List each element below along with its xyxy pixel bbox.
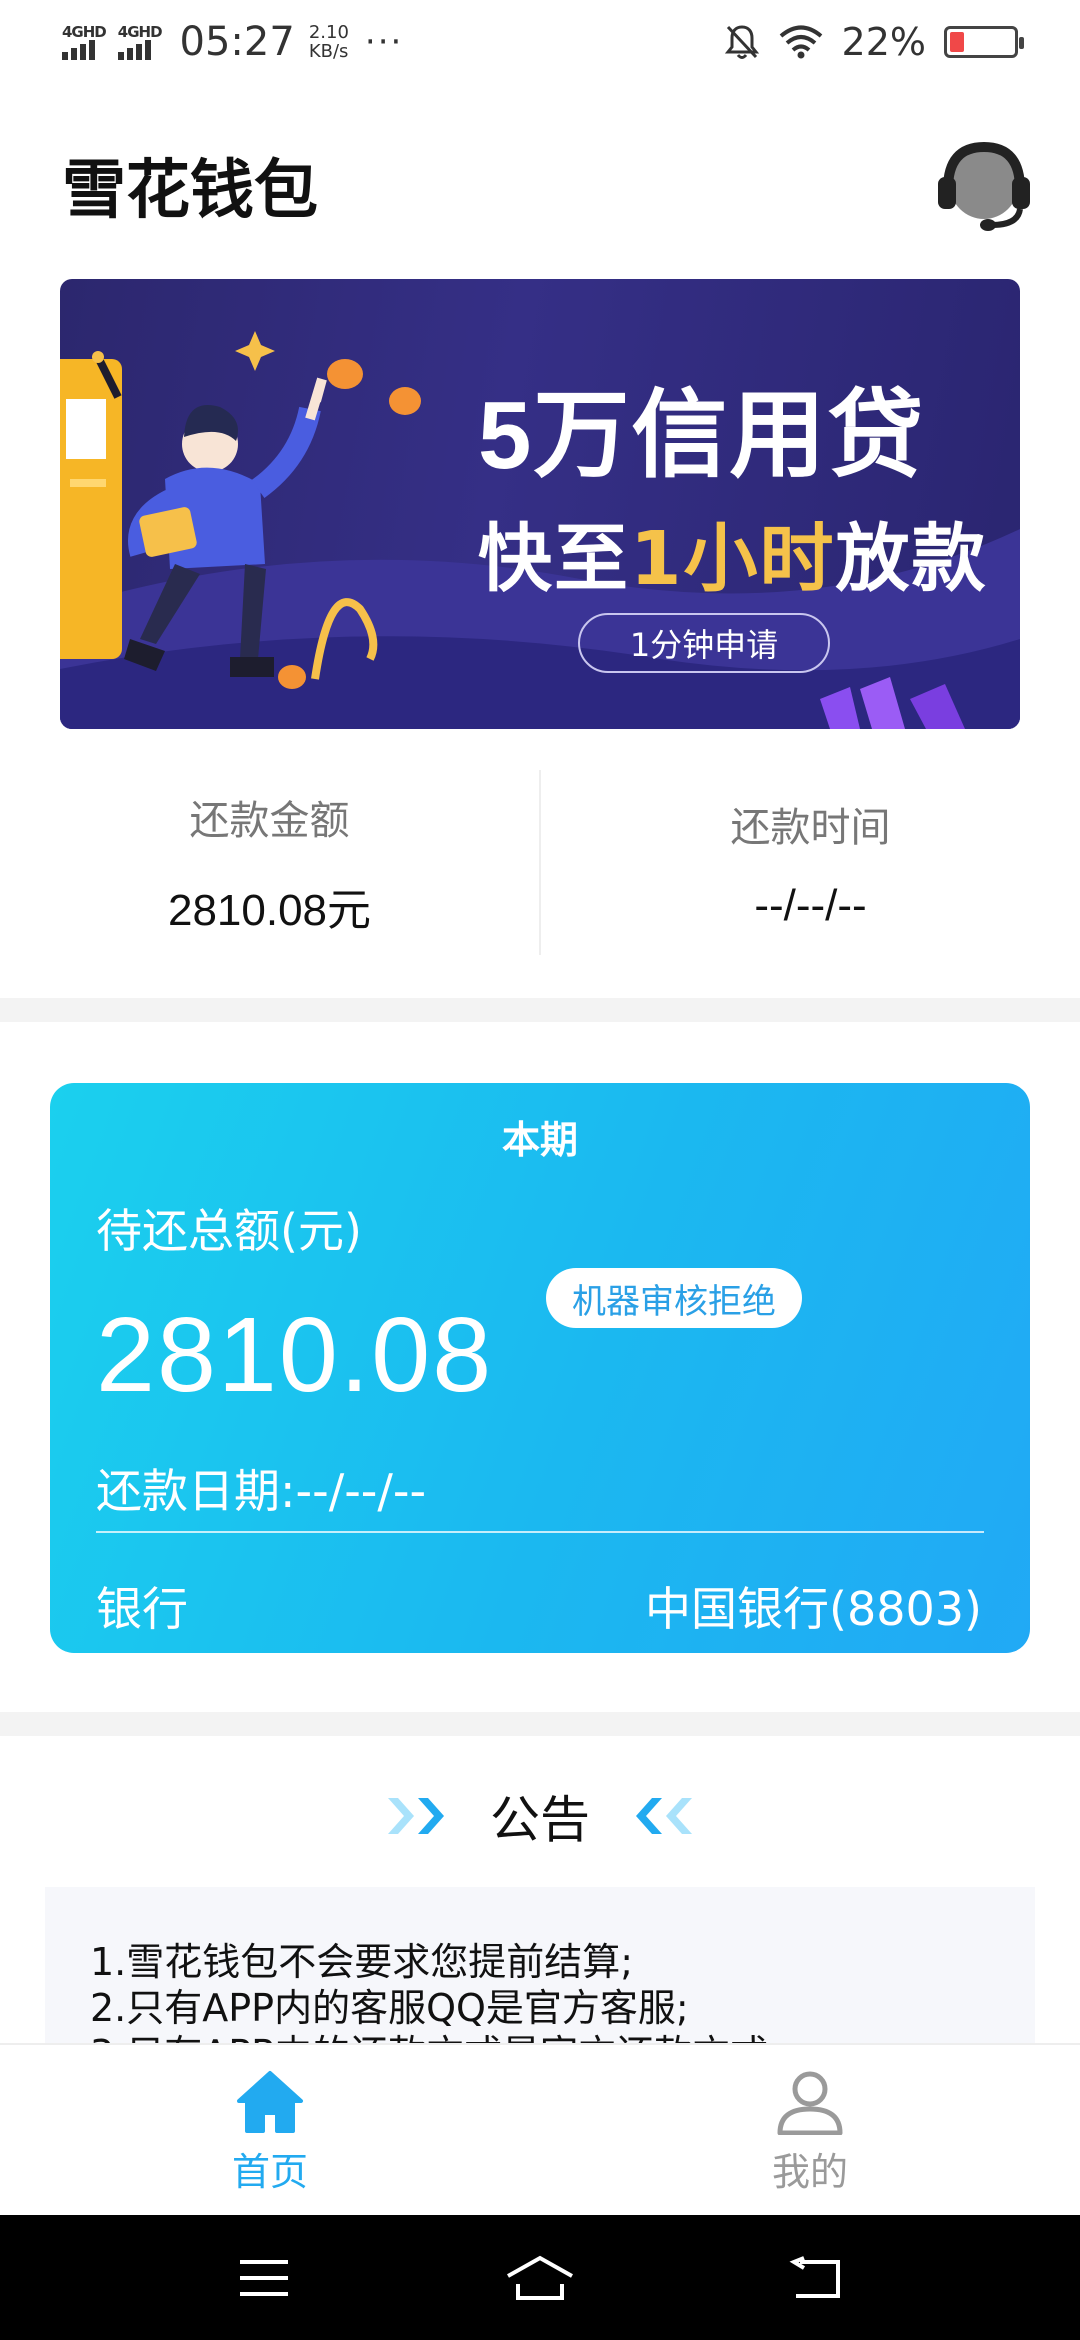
card-divider xyxy=(96,1531,984,1533)
chevrons-left-icon xyxy=(636,1798,692,1834)
repayment-time-label: 还款时间 xyxy=(730,804,891,851)
notice-title: 公告 xyxy=(490,1791,590,1849)
repayment-amount-label: 还款金额 xyxy=(189,797,350,844)
tab-home[interactable]: 首页 xyxy=(0,2045,540,2215)
repayment-date: 还款日期:--/--/-- xyxy=(96,1464,427,1518)
banner-headline: 5万信用贷 xyxy=(478,382,926,489)
repayment-time: 还款时间 --/--/-- xyxy=(541,770,1080,955)
card-title: 本期 xyxy=(501,1118,578,1162)
notice-content: 1.雪花钱包不会要求您提前结算; 2.只有APP内的客服QQ是官方客服; 3.只… xyxy=(45,1887,1035,2047)
page-title: 雪花钱包 xyxy=(62,154,318,228)
notice-line: 2.只有APP内的客服QQ是官方客服; xyxy=(90,1986,689,2030)
due-total-amount: 2810.08 xyxy=(96,1296,494,1414)
tab-mine[interactable]: 我的 xyxy=(540,2045,1080,2215)
tab-home-label: 首页 xyxy=(231,2150,308,2194)
network-type-label: 4GHD xyxy=(117,23,163,41)
home-nav-icon[interactable] xyxy=(504,2254,576,2302)
chevrons-right-icon xyxy=(388,1798,444,1834)
due-total-label: 待还总额(元) xyxy=(96,1204,362,1258)
status-right: 22% xyxy=(724,20,1024,64)
repayment-amount: 还款金额 2810.08元 xyxy=(0,770,539,955)
repayment-summary: 还款金额 2810.08元 还款时间 --/--/-- xyxy=(0,770,1080,955)
network-speed: 2.10 KB/s xyxy=(309,23,349,61)
battery-icon xyxy=(944,26,1024,58)
wifi-icon xyxy=(779,25,822,59)
menu-icon[interactable] xyxy=(236,2256,292,2300)
section-divider xyxy=(0,998,1080,1022)
app-header: 雪花钱包 xyxy=(62,140,1036,231)
tab-mine-label: 我的 xyxy=(771,2150,848,2194)
headset-icon[interactable] xyxy=(932,133,1036,237)
signal-bars-icon xyxy=(117,40,151,60)
signal-bars-icon xyxy=(62,40,95,60)
bottom-tab-bar: 首页 我的 xyxy=(0,2043,1080,2215)
bank-label: 银行 xyxy=(96,1582,188,1636)
promo-banner[interactable]: 5万信用贷 快至1小时放款 1分钟申请 xyxy=(60,279,1020,729)
status-bar: 4GHD 4GHD 05:27 2.10 KB/s ··· 22% xyxy=(0,0,1080,84)
signal-indicator-2: 4GHD xyxy=(117,23,163,60)
network-speed-value: 2.10 xyxy=(308,22,349,43)
user-icon xyxy=(777,2071,843,2135)
notice-header: 公告 xyxy=(0,1780,1080,1852)
battery-percent: 22% xyxy=(841,20,926,64)
repayment-time-value: --/--/-- xyxy=(754,880,867,930)
banner-subline-suffix: 放款 xyxy=(835,516,988,602)
status-badge: 机器审核拒绝 xyxy=(546,1268,802,1328)
notice-line: 1.雪花钱包不会要求您提前结算; xyxy=(90,1940,634,1984)
home-icon xyxy=(237,2071,303,2133)
current-period-card[interactable]: 本期 待还总额(元) 机器审核拒绝 2810.08 还款日期:--/--/-- … xyxy=(50,1083,1030,1653)
section-divider xyxy=(0,1712,1080,1736)
back-icon[interactable] xyxy=(788,2255,844,2300)
banner-subline-prefix: 快至 xyxy=(478,516,630,602)
banner-subline: 快至1小时放款 xyxy=(478,499,988,606)
more-notifications-icon: ··· xyxy=(364,22,404,62)
apply-button[interactable]: 1分钟申请 xyxy=(578,613,830,673)
mute-bell-icon xyxy=(724,25,759,59)
network-speed-unit: KB/s xyxy=(308,41,349,62)
banner-subline-highlight: 1小时 xyxy=(630,516,836,602)
clock: 05:27 xyxy=(179,19,295,65)
bank-value: 中国银行(8803) xyxy=(645,1582,982,1636)
system-nav-bar xyxy=(0,2215,1080,2340)
signal-indicator-1: 4GHD xyxy=(62,23,107,60)
repayment-amount-value: 2810.08元 xyxy=(167,885,372,935)
network-type-label: 4GHD xyxy=(62,23,107,41)
